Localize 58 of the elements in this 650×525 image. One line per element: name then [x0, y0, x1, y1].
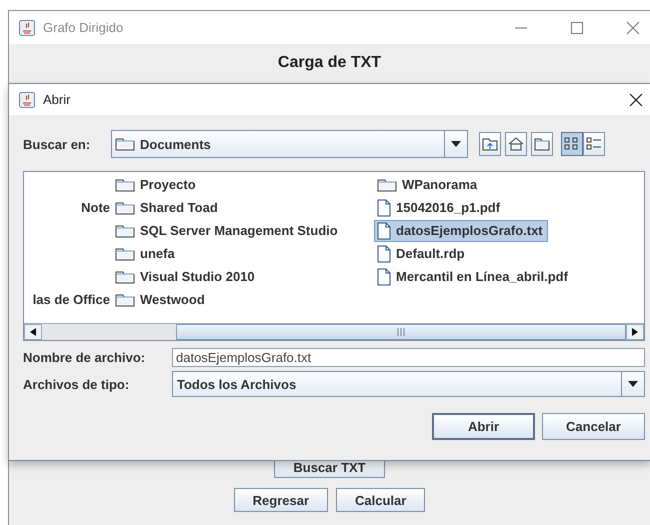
folder-up-icon — [482, 137, 498, 151]
file-type-label: Archivos de tipo: — [23, 376, 130, 392]
document-icon — [377, 244, 391, 262]
file-name[interactable]: Note — [81, 200, 110, 215]
file-item[interactable]: Shared Toad — [112, 198, 223, 217]
folder-icon — [115, 224, 135, 238]
file-name-label: Nombre de archivo: — [23, 350, 146, 364]
app-icon — [19, 92, 35, 108]
document-icon — [377, 222, 391, 240]
file-item[interactable]: WPanorama — [374, 175, 482, 194]
folder-icon — [115, 178, 135, 192]
file-item[interactable]: SQL Server Management Studio — [112, 221, 343, 240]
maximize-icon[interactable] — [570, 20, 584, 34]
details-view-button[interactable] — [583, 132, 605, 156]
folder-icon — [534, 137, 550, 151]
document-icon — [377, 268, 391, 286]
folder-icon — [115, 137, 135, 151]
look-in-label: Buscar en: — [23, 136, 92, 152]
file-name-field[interactable]: datosEjemplosGrafo.txt — [172, 348, 645, 366]
file-item[interactable]: Default.rdp — [374, 242, 470, 264]
window-title: Grafo Dirigido — [43, 20, 124, 35]
dropdown-arrow-icon — [451, 141, 461, 147]
close-icon[interactable] — [629, 92, 643, 106]
file-item[interactable]: Mercantil en Línea_abril.pdf — [374, 266, 573, 288]
folder-icon — [115, 292, 135, 306]
left-arrow-icon — [30, 328, 36, 336]
file-item[interactable]: datosEjemplosGrafo.txt — [374, 220, 548, 242]
list-icon — [586, 137, 602, 151]
file-item[interactable]: unefa — [112, 244, 180, 263]
up-view-button[interactable] — [479, 132, 501, 156]
dialog-button[interactable]: Cancelar — [542, 413, 645, 440]
home-view-button[interactable] — [505, 132, 527, 156]
folder-icon — [115, 270, 135, 284]
new-folder-view-button[interactable] — [531, 132, 553, 156]
folder-icon — [115, 200, 135, 214]
folder-icon — [115, 246, 135, 260]
file-item[interactable]: Proyecto — [112, 175, 201, 194]
action-button[interactable]: Regresar — [234, 488, 328, 512]
dialog-title: Abrir — [43, 92, 70, 107]
home-icon — [508, 137, 524, 151]
file-type-dropdown[interactable]: Todos los Archivos — [172, 371, 645, 397]
dialog-button[interactable]: Abrir — [432, 413, 535, 440]
look-in-dropdown[interactable]: Documents — [111, 130, 468, 158]
folder-icon — [377, 178, 397, 192]
app-icon — [19, 20, 35, 36]
list-view-button[interactable] — [561, 132, 583, 156]
file-name[interactable]: las de Office — [32, 292, 110, 307]
grip-icon — [397, 328, 405, 336]
grid-icon — [564, 137, 580, 151]
file-item[interactable]: 15042016_p1.pdf — [374, 196, 506, 218]
file-item[interactable]: Visual Studio 2010 — [112, 267, 260, 286]
document-icon — [377, 198, 391, 216]
horizontal-scrollbar[interactable] — [24, 323, 644, 340]
file-item[interactable]: Westwood — [112, 290, 210, 309]
dropdown-arrow-icon — [628, 381, 638, 387]
action-button[interactable]: Calcular — [336, 488, 426, 512]
section-heading: Carga de TXT — [278, 54, 382, 72]
right-arrow-icon — [632, 328, 638, 336]
